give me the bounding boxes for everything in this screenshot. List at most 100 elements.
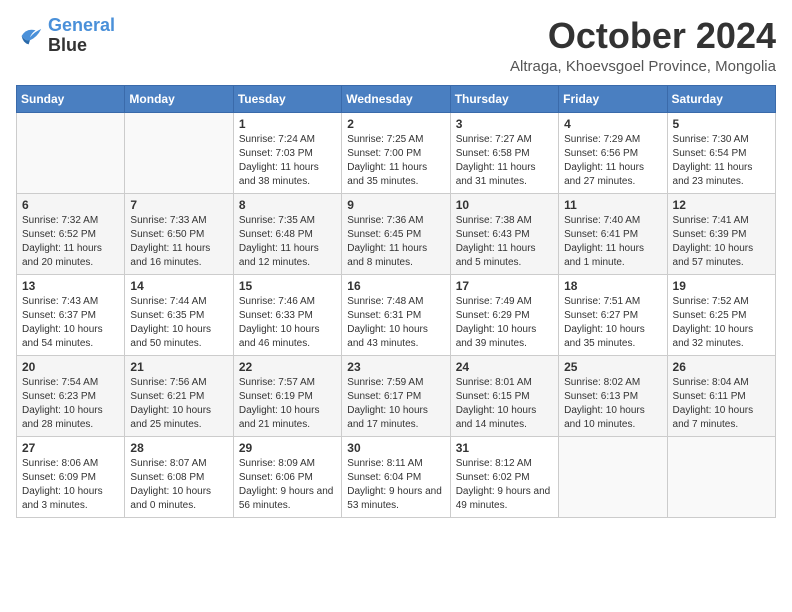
day-info: Sunrise: 7:36 AMSunset: 6:45 PMDaylight:… — [347, 214, 444, 270]
weekday-header: Friday — [559, 85, 667, 112]
day-number: 20 — [22, 360, 119, 374]
day-info: Sunrise: 7:29 AMSunset: 6:56 PMDaylight:… — [564, 133, 661, 189]
calendar-week-row: 13 Sunrise: 7:43 AMSunset: 6:37 PMDayligh… — [17, 274, 776, 355]
calendar-cell: 12 Sunrise: 7:41 AMSunset: 6:39 PMDayligh… — [667, 193, 775, 274]
day-number: 12 — [673, 198, 770, 212]
day-number: 2 — [347, 117, 444, 131]
calendar-week-row: 20 Sunrise: 7:54 AMSunset: 6:23 PMDayligh… — [17, 355, 776, 436]
day-number: 28 — [130, 441, 227, 455]
calendar-cell — [559, 436, 667, 517]
calendar-cell — [125, 112, 233, 193]
month-title: October 2024 — [510, 16, 776, 56]
day-info: Sunrise: 7:49 AMSunset: 6:29 PMDaylight:… — [456, 295, 553, 351]
calendar-cell: 13 Sunrise: 7:43 AMSunset: 6:37 PMDayligh… — [17, 274, 125, 355]
day-number: 31 — [456, 441, 553, 455]
weekday-header: Monday — [125, 85, 233, 112]
calendar-cell: 19 Sunrise: 7:52 AMSunset: 6:25 PMDayligh… — [667, 274, 775, 355]
calendar-cell: 26 Sunrise: 8:04 AMSunset: 6:11 PMDayligh… — [667, 355, 775, 436]
day-number: 23 — [347, 360, 444, 374]
calendar-cell: 11Sunrise: 7:40 AMSunset: 6:41 PMDayligh… — [559, 193, 667, 274]
day-number: 6 — [22, 198, 119, 212]
day-number: 8 — [239, 198, 336, 212]
day-number: 21 — [130, 360, 227, 374]
calendar-cell: 25 Sunrise: 8:02 AMSunset: 6:13 PMDayligh… — [559, 355, 667, 436]
day-info: Sunrise: 8:12 AMSunset: 6:02 PMDaylight:… — [456, 457, 553, 513]
weekday-header: Saturday — [667, 85, 775, 112]
calendar-cell: 31 Sunrise: 8:12 AMSunset: 6:02 PMDayligh… — [450, 436, 558, 517]
calendar-week-row: 27 Sunrise: 8:06 AMSunset: 6:09 PMDayligh… — [17, 436, 776, 517]
day-info: Sunrise: 8:01 AMSunset: 6:15 PMDaylight:… — [456, 376, 553, 432]
calendar-cell: 29Sunrise: 8:09 AMSunset: 6:06 PMDayligh… — [233, 436, 341, 517]
calendar-week-row: 6Sunrise: 7:32 AMSunset: 6:52 PMDaylight… — [17, 193, 776, 274]
day-info: Sunrise: 7:52 AMSunset: 6:25 PMDaylight:… — [673, 295, 770, 351]
logo-icon — [16, 22, 44, 50]
day-number: 25 — [564, 360, 661, 374]
day-info: Sunrise: 8:06 AMSunset: 6:09 PMDaylight:… — [22, 457, 119, 513]
calendar-cell: 5 Sunrise: 7:30 AMSunset: 6:54 PMDaylight… — [667, 112, 775, 193]
day-number: 7 — [130, 198, 227, 212]
calendar-week-row: 1Sunrise: 7:24 AMSunset: 7:03 PMDaylight… — [17, 112, 776, 193]
calendar-cell: 2 Sunrise: 7:25 AMSunset: 7:00 PMDaylight… — [342, 112, 450, 193]
day-number: 10 — [456, 198, 553, 212]
day-info: Sunrise: 7:44 AMSunset: 6:35 PMDaylight:… — [130, 295, 227, 351]
logo-text: GeneralBlue — [48, 16, 115, 56]
day-number: 26 — [673, 360, 770, 374]
calendar-title-block: October 2024 Altraga, Khoevsgoel Provinc… — [510, 16, 776, 75]
calendar-cell: 8 Sunrise: 7:35 AMSunset: 6:48 PMDaylight… — [233, 193, 341, 274]
day-number: 4 — [564, 117, 661, 131]
day-info: Sunrise: 7:38 AMSunset: 6:43 PMDaylight:… — [456, 214, 553, 270]
day-info: Sunrise: 8:09 AMSunset: 6:06 PMDaylight:… — [239, 457, 336, 513]
logo: GeneralBlue — [16, 16, 115, 56]
day-number: 22 — [239, 360, 336, 374]
day-number: 5 — [673, 117, 770, 131]
calendar-cell: 14Sunrise: 7:44 AMSunset: 6:35 PMDayligh… — [125, 274, 233, 355]
calendar-cell: 24Sunrise: 8:01 AMSunset: 6:15 PMDayligh… — [450, 355, 558, 436]
page-header: GeneralBlue October 2024 Altraga, Khoevs… — [16, 16, 776, 75]
day-info: Sunrise: 7:57 AMSunset: 6:19 PMDaylight:… — [239, 376, 336, 432]
day-number: 30 — [347, 441, 444, 455]
day-number: 16 — [347, 279, 444, 293]
day-number: 9 — [347, 198, 444, 212]
day-info: Sunrise: 8:02 AMSunset: 6:13 PMDaylight:… — [564, 376, 661, 432]
calendar-cell: 15 Sunrise: 7:46 AMSunset: 6:33 PMDayligh… — [233, 274, 341, 355]
calendar-cell — [667, 436, 775, 517]
calendar-cell: 22 Sunrise: 7:57 AMSunset: 6:19 PMDayligh… — [233, 355, 341, 436]
day-info: Sunrise: 7:30 AMSunset: 6:54 PMDaylight:… — [673, 133, 770, 189]
calendar-cell: 7 Sunrise: 7:33 AMSunset: 6:50 PMDaylight… — [125, 193, 233, 274]
day-info: Sunrise: 7:56 AMSunset: 6:21 PMDaylight:… — [130, 376, 227, 432]
calendar-cell: 17 Sunrise: 7:49 AMSunset: 6:29 PMDayligh… — [450, 274, 558, 355]
weekday-header-row: SundayMondayTuesdayWednesdayThursdayFrid… — [17, 85, 776, 112]
calendar-cell: 28 Sunrise: 8:07 AMSunset: 6:08 PMDayligh… — [125, 436, 233, 517]
calendar-table: SundayMondayTuesdayWednesdayThursdayFrid… — [16, 85, 776, 518]
day-info: Sunrise: 7:41 AMSunset: 6:39 PMDaylight:… — [673, 214, 770, 270]
day-info: Sunrise: 7:33 AMSunset: 6:50 PMDaylight:… — [130, 214, 227, 270]
day-info: Sunrise: 8:07 AMSunset: 6:08 PMDaylight:… — [130, 457, 227, 513]
day-info: Sunrise: 7:40 AMSunset: 6:41 PMDaylight:… — [564, 214, 661, 270]
day-number: 19 — [673, 279, 770, 293]
day-number: 3 — [456, 117, 553, 131]
day-number: 27 — [22, 441, 119, 455]
calendar-cell: 10 Sunrise: 7:38 AMSunset: 6:43 PMDayligh… — [450, 193, 558, 274]
weekday-header: Wednesday — [342, 85, 450, 112]
calendar-cell: 20 Sunrise: 7:54 AMSunset: 6:23 PMDayligh… — [17, 355, 125, 436]
calendar-cell: 1Sunrise: 7:24 AMSunset: 7:03 PMDaylight… — [233, 112, 341, 193]
day-info: Sunrise: 7:35 AMSunset: 6:48 PMDaylight:… — [239, 214, 336, 270]
calendar-cell: 23 Sunrise: 7:59 AMSunset: 6:17 PMDayligh… — [342, 355, 450, 436]
day-info: Sunrise: 7:43 AMSunset: 6:37 PMDaylight:… — [22, 295, 119, 351]
calendar-cell: 30Sunrise: 8:11 AMSunset: 6:04 PMDayligh… — [342, 436, 450, 517]
day-number: 13 — [22, 279, 119, 293]
day-info: Sunrise: 7:46 AMSunset: 6:33 PMDaylight:… — [239, 295, 336, 351]
location-title: Altraga, Khoevsgoel Province, Mongolia — [510, 58, 776, 75]
day-info: Sunrise: 7:51 AMSunset: 6:27 PMDaylight:… — [564, 295, 661, 351]
calendar-cell: 16Sunrise: 7:48 AMSunset: 6:31 PMDayligh… — [342, 274, 450, 355]
calendar-cell: 18 Sunrise: 7:51 AMSunset: 6:27 PMDayligh… — [559, 274, 667, 355]
day-number: 18 — [564, 279, 661, 293]
day-info: Sunrise: 7:25 AMSunset: 7:00 PMDaylight:… — [347, 133, 444, 189]
day-info: Sunrise: 7:54 AMSunset: 6:23 PMDaylight:… — [22, 376, 119, 432]
day-number: 17 — [456, 279, 553, 293]
calendar-cell: 9 Sunrise: 7:36 AMSunset: 6:45 PMDaylight… — [342, 193, 450, 274]
day-number: 15 — [239, 279, 336, 293]
day-number: 1 — [239, 117, 336, 131]
day-info: Sunrise: 8:04 AMSunset: 6:11 PMDaylight:… — [673, 376, 770, 432]
day-info: Sunrise: 7:59 AMSunset: 6:17 PMDaylight:… — [347, 376, 444, 432]
